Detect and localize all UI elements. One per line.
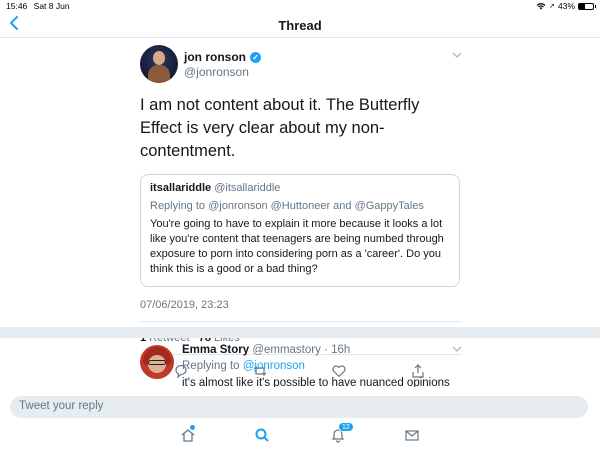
wifi-icon bbox=[536, 3, 546, 10]
reply-input[interactable]: Tweet your reply bbox=[10, 396, 588, 418]
reply-author-handle: @emmastory bbox=[252, 344, 321, 356]
search-tab[interactable] bbox=[254, 427, 270, 443]
notifications-badge: 12 bbox=[338, 422, 354, 432]
status-bar: 15:46 Sat 8 Jun ➚ 43% bbox=[0, 0, 600, 12]
battery-percent: 43% bbox=[557, 1, 575, 11]
avatar-body bbox=[148, 65, 170, 83]
reply-replying-label: Replying to bbox=[182, 360, 240, 372]
reply-header: Emma Story @emmastory · 16h bbox=[182, 344, 350, 356]
quote-replying-handles: @jonronson @Huttoneer and @GappyTales bbox=[208, 200, 424, 212]
chevron-down-icon[interactable] bbox=[452, 50, 462, 61]
mail-icon bbox=[405, 430, 419, 441]
quote-header: itsallariddle @itsallariddle bbox=[150, 182, 450, 194]
tweet-text: I am not content about it. The Butterfly… bbox=[140, 96, 420, 160]
reply-tweet[interactable]: Emma Story @emmastory · 16h Replying to … bbox=[140, 341, 462, 387]
quote-replying-label: Replying to bbox=[150, 200, 206, 212]
page-title: Thread bbox=[278, 18, 322, 33]
reply-time: 16h bbox=[331, 344, 351, 356]
status-time: 15:46 bbox=[6, 1, 28, 11]
location-icon: ➚ bbox=[549, 3, 555, 10]
chevron-down-icon[interactable] bbox=[452, 344, 462, 355]
quote-author-handle: @itsallariddle bbox=[214, 182, 281, 194]
author-handle[interactable]: @jonronson bbox=[184, 65, 249, 79]
author-name-row[interactable]: jon ronson ✓ bbox=[184, 50, 261, 64]
notifications-tab[interactable]: 12 bbox=[330, 422, 354, 443]
author-row: jon ronson ✓ @jonronson bbox=[140, 40, 462, 84]
avatar-face bbox=[153, 51, 165, 65]
status-left: 15:46 Sat 8 Jun bbox=[6, 1, 74, 11]
quote-author-name: itsallariddle bbox=[150, 182, 212, 194]
reply-author-name: Emma Story bbox=[182, 344, 250, 356]
quote-replying-to: Replying to @jonronson @Huttoneer and @G… bbox=[150, 200, 450, 212]
search-icon bbox=[255, 428, 269, 442]
reply-text: it's almost like it's possible to have n… bbox=[182, 377, 450, 387]
tweet-timestamp: 07/06/2019, 23:23 bbox=[140, 299, 229, 311]
tab-bar: 12 bbox=[0, 420, 600, 450]
nav-bar: Thread bbox=[0, 12, 600, 38]
quote-text: You're going to have to explain it more … bbox=[150, 218, 444, 275]
battery-icon bbox=[578, 2, 596, 10]
avatar-glasses bbox=[148, 360, 166, 365]
author-name: jon ronson bbox=[184, 50, 246, 64]
section-separator bbox=[0, 327, 600, 338]
home-tab[interactable] bbox=[180, 425, 196, 443]
reply-dot: · bbox=[320, 344, 332, 356]
messages-tab[interactable] bbox=[404, 427, 420, 443]
avatar[interactable] bbox=[140, 45, 178, 83]
reply-input-placeholder: Tweet your reply bbox=[19, 400, 104, 412]
home-notification-dot bbox=[190, 425, 195, 430]
status-right: ➚ 43% bbox=[536, 1, 596, 11]
status-date: Sat 8 Jun bbox=[33, 1, 70, 11]
reply-replying-to: Replying to @jonronson bbox=[182, 360, 305, 372]
reply-replying-handle[interactable]: @jonronson bbox=[243, 360, 305, 372]
battery-fill bbox=[579, 3, 586, 9]
quoted-tweet[interactable]: itsallariddle @itsallariddle Replying to… bbox=[140, 174, 460, 287]
verified-icon: ✓ bbox=[250, 51, 261, 63]
avatar[interactable] bbox=[140, 345, 174, 379]
